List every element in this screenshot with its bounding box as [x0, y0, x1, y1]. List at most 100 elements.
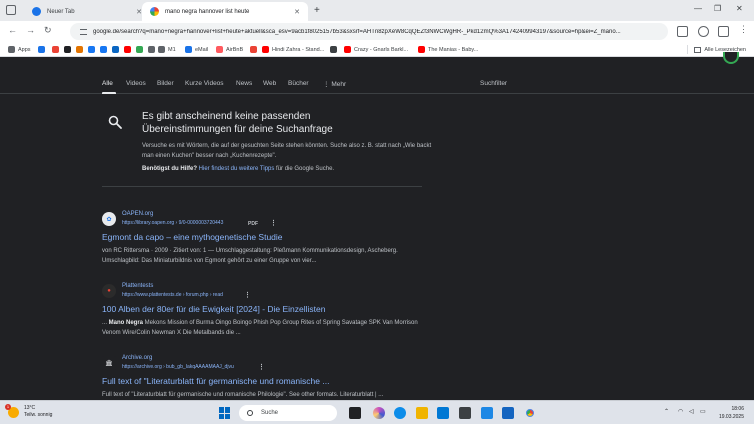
result-title[interactable]: Egmont da capo – eine mythogenetische St…	[102, 232, 283, 242]
task-view-icon[interactable]	[349, 407, 361, 419]
search-tabs: Alle Videos Bilder Kurze Videos News Web…	[0, 72, 754, 94]
tips-link[interactable]: Hier findest du weitere Tipps	[199, 166, 275, 172]
tab-all[interactable]: Alle	[102, 80, 113, 87]
result-site[interactable]: Archive.org	[122, 355, 152, 361]
tab-news[interactable]: News	[236, 80, 252, 87]
result-menu-icon[interactable]: ⋮	[258, 363, 265, 371]
sidebar-icon[interactable]	[718, 26, 729, 37]
bookmark-item[interactable]: AirBnB	[216, 45, 243, 54]
taskbar-search[interactable]: Suche	[239, 405, 337, 421]
copilot-icon[interactable]	[373, 407, 385, 419]
tab-new-tab[interactable]: Neuer Tab ✕	[24, 2, 150, 21]
clock[interactable]: 18:06 19.03.2025	[712, 405, 744, 421]
result-url[interactable]: https://www.plattentests.de › forum.php …	[122, 292, 223, 298]
result-site[interactable]: Plattentests	[122, 283, 153, 289]
result-url[interactable]: https://library.oapen.org › 9/0-00000037…	[122, 220, 223, 226]
window-close-icon[interactable]: ✕	[736, 4, 743, 13]
taskbar-search-label: Suche	[261, 410, 279, 416]
no-results-text: Versuche es mit Wörtern, die auf der ges…	[142, 143, 432, 159]
volume-icon[interactable]: ◁	[689, 408, 694, 415]
battery-icon[interactable]: ▭	[700, 408, 706, 415]
bookmark-item[interactable]	[148, 45, 158, 54]
photos-icon[interactable]	[481, 407, 493, 419]
result-title[interactable]: 100 Alben der 80er für die Ewigkeit [202…	[102, 304, 326, 314]
file-explorer-icon[interactable]	[416, 407, 428, 419]
tab-web[interactable]: Web	[263, 80, 276, 87]
bookmark-item[interactable]: Apps	[8, 45, 31, 54]
bookmark-item[interactable]: Crazy - Gnarls Barkl...	[344, 45, 408, 54]
tray-chevron-icon[interactable]: ⌃	[664, 408, 669, 415]
weather-widget[interactable]: 1 13°C Teilw. sonnig	[5, 403, 53, 419]
notification-badge: 1	[5, 403, 11, 410]
close-tab-icon[interactable]: ✕	[294, 8, 300, 16]
search-icon	[108, 115, 122, 129]
result-site[interactable]: OAPEN.org	[122, 211, 153, 217]
forward-button[interactable]: →	[26, 25, 35, 35]
bookmark-item[interactable]	[88, 45, 98, 54]
tab-books[interactable]: Bücher	[288, 80, 309, 87]
terminal-icon[interactable]	[459, 407, 471, 419]
bookmark-item[interactable]	[330, 45, 340, 54]
bookmark-item[interactable]	[38, 45, 48, 54]
bookmark-favicon-icon	[418, 46, 425, 53]
snippet-highlight: Mano Negra	[108, 320, 144, 326]
bookmark-favicon-icon	[250, 46, 257, 53]
bookmark-item[interactable]	[136, 45, 146, 54]
bookmark-item[interactable]	[52, 45, 62, 54]
sun-icon: 1	[5, 403, 19, 418]
bookmark-favicon-icon	[344, 46, 351, 53]
result-title[interactable]: Full text of "Literaturblatt für germani…	[102, 376, 329, 386]
menu-icon[interactable]: ⋮	[739, 24, 748, 35]
bookmark-item[interactable]: The Manias - Baby...	[418, 45, 478, 54]
profile-icon[interactable]	[698, 26, 709, 37]
tab-images[interactable]: Bilder	[157, 80, 174, 87]
tab-short-videos[interactable]: Kurze Videos	[185, 80, 224, 87]
wifi-icon[interactable]: ◠	[678, 408, 683, 415]
chrome-icon[interactable]	[524, 407, 536, 419]
tab-search[interactable]: mano negra hannover list heute ✕	[142, 2, 308, 21]
bookmark-item[interactable]: M1	[158, 45, 176, 54]
snippet-text: Mekons Mission of Burma Oingo Boingo Phi…	[102, 320, 418, 336]
bookmark-item[interactable]	[64, 45, 74, 54]
bookmark-favicon-icon	[158, 46, 165, 53]
bookmark-favicon-icon	[88, 46, 95, 53]
help-question: Benötigst du Hilfe?	[142, 166, 197, 172]
oapen-favicon-icon: ✿	[102, 212, 116, 226]
settings-app-icon[interactable]	[502, 407, 514, 419]
site-info-icon[interactable]	[80, 28, 87, 35]
new-tab-button[interactable]: +	[314, 5, 320, 16]
result-url[interactable]: https://archive.org › bub_gb_IakqAAAAMAA…	[122, 364, 234, 370]
archive-favicon-icon: 🏛	[102, 356, 116, 370]
result-menu-icon[interactable]: ⋮	[270, 219, 277, 227]
bookmark-item[interactable]: Hindi Zahra - Stand...	[262, 45, 324, 54]
help-tail: für die Google Suche.	[276, 166, 335, 172]
bookmark-favicon-icon	[330, 46, 337, 53]
bookmark-item[interactable]	[250, 45, 260, 54]
pdf-badge: PDF	[248, 221, 258, 227]
weather-condition: Teilw. sonnig	[24, 412, 53, 418]
divider	[687, 45, 689, 54]
snippet-text: Full text of "Literaturblatt für germani…	[102, 392, 384, 398]
bookmark-item[interactable]	[100, 45, 110, 54]
bookmark-favicon-icon	[64, 46, 71, 53]
result-menu-icon[interactable]: ⋮	[244, 291, 251, 299]
search-filter-button[interactable]: Suchfilter	[480, 80, 507, 87]
tab-search-icon[interactable]	[6, 5, 16, 15]
restore-icon[interactable]: ❐	[714, 4, 721, 13]
extensions-icon[interactable]	[677, 26, 688, 37]
address-bar[interactable]: google.de/search?q=mano+negra+hannover+l…	[70, 23, 668, 40]
bookmark-label: Hindi Zahra - Stand...	[272, 46, 325, 53]
bookmark-item[interactable]	[124, 45, 134, 54]
bookmark-label: Apps	[18, 46, 31, 53]
bookmark-item[interactable]	[76, 45, 86, 54]
tab-more[interactable]: ⋮ Mehr	[323, 80, 346, 88]
minimize-icon[interactable]: —	[694, 4, 702, 13]
reload-button[interactable]: ↻	[44, 25, 52, 36]
bookmark-item[interactable]	[112, 45, 122, 54]
store-icon[interactable]	[437, 407, 449, 419]
windows-start-icon[interactable]	[219, 407, 231, 419]
tab-videos[interactable]: Videos	[126, 80, 146, 87]
bookmark-item[interactable]: eMail	[185, 45, 208, 54]
edge-icon[interactable]	[394, 407, 406, 419]
back-button[interactable]: ←	[8, 25, 17, 35]
